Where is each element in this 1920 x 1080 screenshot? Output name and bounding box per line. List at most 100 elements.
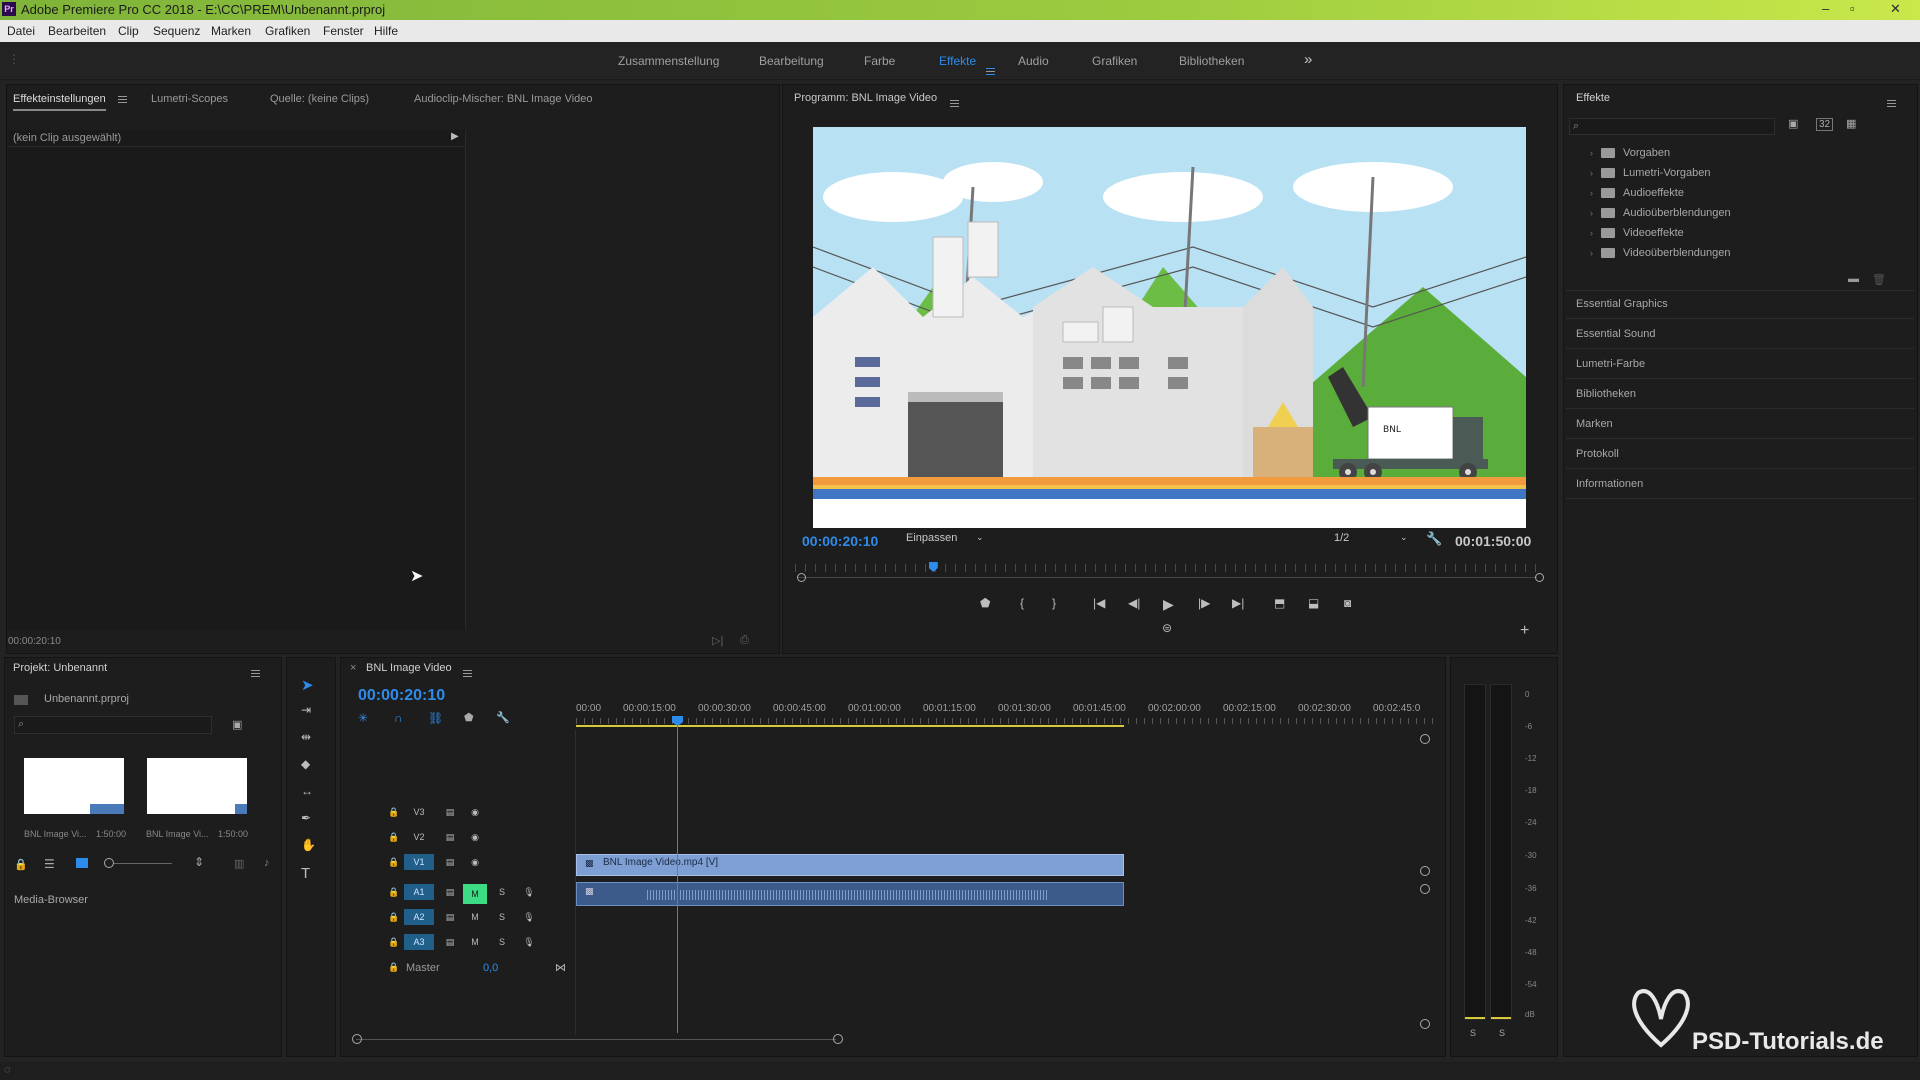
effects-menu-icon[interactable]	[1887, 96, 1896, 110]
work-area-bar[interactable]	[576, 725, 1124, 727]
effects-search-input[interactable]: ⌕	[1569, 118, 1775, 135]
toggle-sync-icon[interactable]: ▤	[441, 884, 459, 900]
new-bin-icon[interactable]: ▣	[232, 718, 242, 731]
section-lumetri-farbe[interactable]: Lumetri-Farbe	[1576, 358, 1645, 370]
eye-icon[interactable]: ◉	[466, 829, 484, 845]
program-video-frame[interactable]: BNL	[813, 127, 1526, 528]
track-target-a2[interactable]: A2	[404, 909, 434, 925]
track-target-v3[interactable]: V3	[410, 804, 428, 820]
mark-out-icon[interactable]: }	[1052, 596, 1056, 610]
scroll-handle-audio-top[interactable]	[1420, 884, 1430, 894]
media-browser-tab[interactable]: Media-Browser	[14, 894, 88, 906]
toggle-sync-icon[interactable]: ▤	[441, 854, 459, 870]
track-lock-icon[interactable]: 🔒	[385, 909, 403, 925]
snap-icon[interactable]: ∩	[394, 711, 403, 725]
effects-folder-videoeffekte[interactable]: › Videoeffekte	[1590, 227, 1684, 239]
menu-clip[interactable]: Clip	[118, 24, 139, 38]
step-back-icon[interactable]: ◀|	[1128, 596, 1140, 610]
tab-quelle[interactable]: Quelle: (keine Clips)	[270, 93, 369, 105]
expand-master-icon[interactable]: ⋈	[555, 961, 566, 974]
filter-icon[interactable]: ▷|	[712, 634, 723, 647]
camera-icon[interactable]: ◙	[1344, 596, 1351, 610]
workspace-bibliotheken[interactable]: Bibliotheken	[1179, 54, 1244, 68]
step-forward-icon[interactable]: |▶	[1198, 596, 1210, 610]
master-volume-value[interactable]: 0,0	[483, 962, 498, 974]
track-target-a3[interactable]: A3	[404, 934, 434, 950]
project-thumb-2[interactable]	[147, 758, 247, 814]
effects-folder-videoueberblendungen[interactable]: › Videoüberblendungen	[1590, 247, 1730, 259]
razor-tool-icon[interactable]: ◆	[301, 757, 310, 771]
video-clip[interactable]: ▩ BNL Image Video.mp4 [V]	[576, 854, 1124, 876]
track-lock-icon[interactable]: 🔒	[385, 959, 403, 975]
play-icon[interactable]: ▶	[1163, 596, 1174, 613]
mute-button-a1[interactable]: M	[463, 884, 487, 904]
project-thumb-1[interactable]	[24, 758, 124, 814]
program-title[interactable]: Programm: BNL Image Video	[794, 92, 937, 104]
sequence-menu-icon[interactable]	[463, 666, 472, 680]
section-essential-sound[interactable]: Essential Sound	[1576, 328, 1656, 340]
track-target-v1[interactable]: V1	[404, 854, 434, 870]
section-essential-graphics[interactable]: Essential Graphics	[1576, 298, 1668, 310]
program-timecode[interactable]: 00:00:20:10	[802, 533, 878, 549]
close-icon[interactable]: ✕	[1890, 1, 1901, 17]
marker-icon[interactable]: ⬟	[980, 596, 990, 610]
go-to-in-icon[interactable]: |◀	[1093, 596, 1105, 610]
tab-lumetri-scopes[interactable]: Lumetri-Scopes	[151, 93, 228, 105]
effects-folder-audioeffekte[interactable]: › Audioeffekte	[1590, 187, 1684, 199]
lock-icon[interactable]: 🔒	[14, 858, 28, 871]
solo-button-a1[interactable]: S	[493, 884, 511, 900]
zoom-handle-right[interactable]	[1535, 573, 1544, 582]
program-zoom-bar[interactable]	[797, 577, 1537, 578]
menu-grafiken[interactable]: Grafiken	[265, 24, 310, 38]
timeline-zoom-bar[interactable]	[356, 1039, 836, 1040]
section-protokoll[interactable]: Protokoll	[1576, 448, 1619, 460]
yuv-effects-icon[interactable]: ▦	[1846, 117, 1856, 130]
sequence-tab[interactable]: BNL Image Video	[366, 662, 452, 674]
project-title[interactable]: Projekt: Unbenannt	[13, 662, 107, 674]
microphone-icon[interactable]: 🎙	[520, 934, 538, 950]
mute-button-a2[interactable]: M	[466, 909, 484, 925]
eye-icon[interactable]: ◉	[466, 804, 484, 820]
icon-view-icon[interactable]	[76, 858, 88, 868]
track-target-a1[interactable]: A1	[404, 884, 434, 900]
zoom-handle-left[interactable]	[797, 573, 806, 582]
add-marker-icon[interactable]: ⬟	[464, 711, 474, 724]
effects-folder-lumetri-vorgaben[interactable]: › Lumetri-Vorgaben	[1590, 167, 1710, 179]
program-menu-icon[interactable]	[950, 96, 959, 110]
export-icon[interactable]: ⎙	[740, 634, 749, 647]
accelerated-effects-icon[interactable]: ▣	[1788, 117, 1798, 130]
list-view-icon[interactable]: ☰	[44, 857, 55, 871]
minimize-icon[interactable]: –	[1822, 1, 1829, 16]
menu-bearbeiten[interactable]: Bearbeiten	[48, 24, 106, 38]
add-button-icon[interactable]: +	[1520, 622, 1529, 640]
microphone-icon[interactable]: 🎙	[520, 884, 538, 900]
solo-button-a2[interactable]: S	[493, 909, 511, 925]
workspace-audio[interactable]: Audio	[1018, 54, 1049, 68]
nest-icon[interactable]: ✳	[358, 711, 368, 725]
section-bibliotheken[interactable]: Bibliotheken	[1576, 388, 1636, 400]
lift-icon[interactable]: ⬒	[1274, 596, 1285, 610]
resolution-dropdown[interactable]: 1/2 ⌄	[1334, 532, 1414, 549]
tab-audioclip-mischer[interactable]: Audioclip-Mischer: BNL Image Video	[414, 93, 593, 105]
go-to-out-icon[interactable]: ▶|	[1232, 596, 1244, 610]
workspace-zusammenstellung[interactable]: Zusammenstellung	[618, 54, 719, 68]
workspace-grafiken[interactable]: Grafiken	[1092, 54, 1137, 68]
workspace-farbe[interactable]: Farbe	[864, 54, 895, 68]
timeline-zoom-left[interactable]	[352, 1034, 362, 1044]
scroll-handle-video-top[interactable]	[1420, 734, 1430, 744]
track-select-tool-icon[interactable]: ⇥	[301, 703, 311, 717]
toggle-sync-icon[interactable]: ▤	[441, 934, 459, 950]
workspace-more-icon[interactable]: »	[1304, 51, 1312, 68]
32bit-effects-icon[interactable]: 32	[1816, 118, 1834, 131]
section-marken[interactable]: Marken	[1576, 418, 1613, 430]
zoom-slider-track[interactable]	[114, 863, 172, 864]
microphone-icon[interactable]: 🎙	[520, 909, 538, 925]
menu-marken[interactable]: Marken	[211, 24, 251, 38]
selection-tool-icon[interactable]: ➤	[301, 676, 314, 694]
tab-effekteinstellungen[interactable]: Effekteinstellungen	[13, 93, 106, 111]
zoom-slider-handle[interactable]	[104, 858, 114, 868]
linked-selection-icon[interactable]: ⛓	[428, 711, 443, 725]
expand-arrow-icon[interactable]: ▶	[451, 131, 459, 142]
fit-dropdown[interactable]: Einpassen ⌄	[906, 532, 986, 549]
timeline-zoom-right[interactable]	[833, 1034, 843, 1044]
